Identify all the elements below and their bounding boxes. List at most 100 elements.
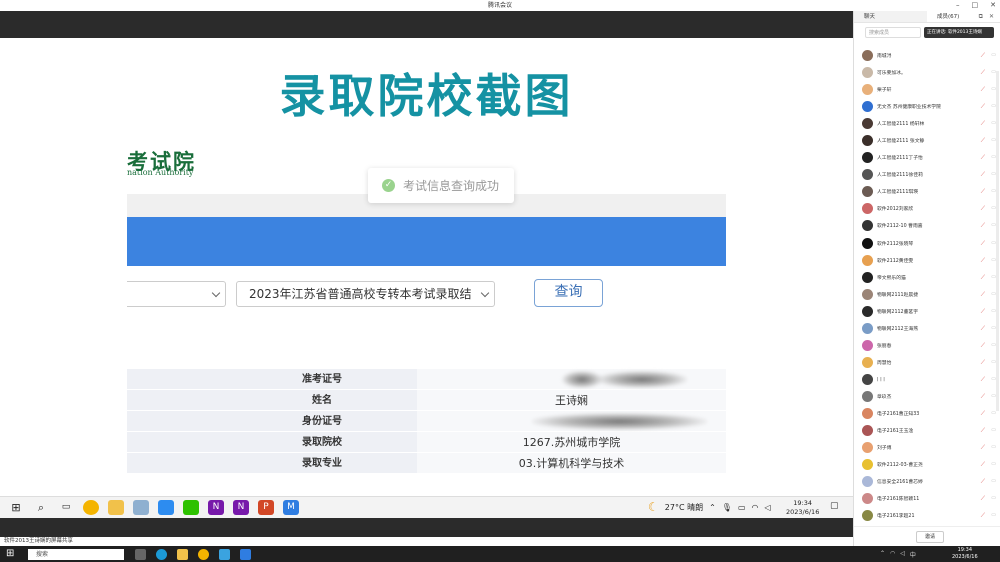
member-row[interactable]: 电子2161王玉淦 ⟋ ▭ [854, 422, 1000, 439]
wechat-icon[interactable] [183, 500, 199, 515]
meeting-app-icon[interactable] [219, 549, 230, 560]
camera-off-icon[interactable]: ▭ [991, 427, 996, 433]
table-row: 身份证号 [127, 410, 726, 431]
mic-muted-icon[interactable]: ⟋ [981, 240, 985, 248]
file-explorer-icon[interactable] [108, 500, 124, 515]
mic-muted-icon[interactable]: ⟋ [981, 427, 985, 435]
member-row[interactable]: 无文杰 苏州健康职业技术学院 ⟋ ▭ [854, 98, 1000, 115]
windows-start-icon[interactable]: ⊞ [8, 500, 24, 515]
member-row[interactable]: 可乐要加冰。 ⟋ ▭ [854, 64, 1000, 81]
edge-icon[interactable] [156, 549, 167, 560]
member-row[interactable]: 信息安全2161曹芯婷 ⟋ ▭ [854, 473, 1000, 490]
search-icon[interactable]: ⌕ [33, 500, 49, 515]
minimize-button[interactable]: – [956, 0, 960, 11]
member-row[interactable]: 刘子傅 ⟋ ▭ [854, 439, 1000, 456]
tencent-meeting-icon[interactable] [240, 549, 251, 560]
close-icon[interactable]: ✕ [989, 13, 994, 21]
mic-muted-icon[interactable]: ⟋ [981, 325, 985, 333]
member-row[interactable]: 电子2161陈智颖11 ⟋ ▭ [854, 490, 1000, 507]
member-row[interactable]: 张丽春 ⟋ ▭ [854, 337, 1000, 354]
ime-indicator[interactable]: 中 [910, 550, 916, 559]
mic-muted-icon[interactable]: ⟋ [981, 171, 985, 179]
mic-muted-icon[interactable]: ⟋ [981, 154, 985, 162]
member-row[interactable]: | | | ⟋ ▭ [854, 371, 1000, 388]
dingtalk-icon[interactable] [158, 500, 174, 515]
notification-icon[interactable]: ▢ [830, 501, 839, 511]
camera-off-icon[interactable]: ▭ [991, 495, 996, 501]
mic-muted-icon[interactable]: ⟋ [981, 512, 985, 520]
mic-muted-icon[interactable]: ⟋ [981, 376, 985, 384]
app-icon[interactable] [133, 500, 149, 515]
member-row[interactable]: 南城浔 ⟋ ▭ [854, 47, 1000, 64]
mic-muted-icon[interactable]: ⟋ [981, 410, 985, 418]
mic-muted-icon[interactable]: ⟋ [981, 86, 985, 94]
maximize-button[interactable]: □ [972, 0, 979, 11]
member-row[interactable]: 人工智能2111 张文静 ⟋ ▭ [854, 132, 1000, 149]
member-row[interactable]: 软件2112黄佳雯 ⟋ ▭ [854, 252, 1000, 269]
camera-off-icon[interactable]: ▭ [991, 478, 996, 484]
taskbar-search-input[interactable]: 搜索 [28, 549, 124, 560]
member-row[interactable]: 人工智能2111丁子怡 ⟋ ▭ [854, 149, 1000, 166]
member-row[interactable]: 人工智能2111琪瑛 ⟋ ▭ [854, 183, 1000, 200]
chrome-icon[interactable] [83, 500, 99, 515]
onenote-icon-2[interactable]: N [233, 500, 249, 515]
member-row[interactable]: 软件2112-03-曹正尧 ⟋ ▭ [854, 456, 1000, 473]
mic-muted-icon[interactable]: ⟋ [981, 188, 985, 196]
invite-button[interactable]: 邀请 [916, 531, 944, 543]
mic-muted-icon[interactable]: ⟋ [981, 103, 985, 111]
task-view-icon[interactable]: ▭ [58, 500, 74, 515]
windows-start-icon[interactable]: ⊞ [6, 548, 14, 559]
mic-muted-icon[interactable]: ⟋ [981, 222, 985, 230]
powerpoint-icon[interactable]: P [258, 500, 274, 515]
mic-muted-icon[interactable]: ⟋ [981, 444, 985, 452]
mic-muted-icon[interactable]: ⟋ [981, 359, 985, 367]
popout-icon[interactable]: ⧉ [979, 13, 983, 21]
close-button[interactable]: ✕ [990, 0, 996, 11]
mic-muted-icon[interactable]: ⟋ [981, 205, 985, 213]
mic-muted-icon[interactable]: ⟋ [981, 52, 985, 60]
member-row[interactable]: 帝文熙乐的猫 ⟋ ▭ [854, 269, 1000, 286]
camera-off-icon[interactable]: ▭ [991, 461, 996, 467]
mic-muted-icon[interactable]: ⟋ [981, 478, 985, 486]
member-list-scrollbar[interactable] [996, 71, 999, 411]
member-row[interactable]: 软件2112-10 曹雨嘉 ⟋ ▭ [854, 217, 1000, 234]
member-row[interactable]: 物联网2111赵晨捷 ⟋ ▭ [854, 286, 1000, 303]
mic-muted-icon[interactable]: ⟋ [981, 257, 985, 265]
exam-select[interactable]: 2023年江苏省普通高校专转本考试录取结 [236, 281, 495, 307]
member-search-input[interactable]: 搜索成员 [865, 27, 921, 38]
camera-off-icon[interactable]: ▭ [991, 52, 996, 58]
member-row[interactable]: 电子2161李超21 ⟋ ▭ [854, 507, 1000, 524]
member-row[interactable]: 物联网2112王海燕 ⟋ ▭ [854, 320, 1000, 337]
tab-chat[interactable]: 聊天 [854, 11, 927, 22]
mic-muted-icon[interactable]: ⟋ [981, 342, 985, 350]
member-row[interactable]: 人工智能2111徐佳莉 ⟋ ▭ [854, 166, 1000, 183]
mic-muted-icon[interactable]: ⟋ [981, 495, 985, 503]
member-row[interactable]: 物联网2112董茗宇 ⟋ ▭ [854, 303, 1000, 320]
chevron-up-icon[interactable]: ⌃ [880, 550, 885, 559]
camera-off-icon[interactable]: ▭ [991, 512, 996, 518]
chrome-icon[interactable] [198, 549, 209, 560]
mic-muted-icon[interactable]: ⟋ [981, 69, 985, 77]
task-view-icon[interactable] [135, 549, 146, 560]
member-row[interactable]: 栗子轩 ⟋ ▭ [854, 81, 1000, 98]
mic-muted-icon[interactable]: ⟋ [981, 120, 985, 128]
query-button[interactable]: 查询 [534, 279, 603, 307]
mic-muted-icon[interactable]: ⟋ [981, 393, 985, 401]
member-row[interactable]: 章玖杰 ⟋ ▭ [854, 388, 1000, 405]
mic-muted-icon[interactable]: ⟋ [981, 274, 985, 282]
camera-off-icon[interactable]: ▭ [991, 444, 996, 450]
onenote-icon[interactable]: N [208, 500, 224, 515]
mic-muted-icon[interactable]: ⟋ [981, 461, 985, 469]
member-row[interactable]: 软件2112张晓琴 ⟋ ▭ [854, 235, 1000, 252]
mic-muted-icon[interactable]: ⟋ [981, 308, 985, 316]
member-row[interactable]: 周慧怡 ⟋ ▭ [854, 354, 1000, 371]
chevron-up-icon[interactable]: ⌃ [709, 503, 716, 512]
member-row[interactable]: 软件2012刘家欣 ⟋ ▭ [854, 200, 1000, 217]
mic-muted-icon[interactable]: ⟋ [981, 291, 985, 299]
mic-muted-icon[interactable]: ⟋ [981, 137, 985, 145]
tencent-meeting-icon[interactable]: M [283, 500, 299, 515]
member-row[interactable]: 电子2161曹正知33 ⟋ ▭ [854, 405, 1000, 422]
category-select[interactable] [127, 281, 226, 307]
member-row[interactable]: 人工智能2111 杨轩林 ⟋ ▭ [854, 115, 1000, 132]
file-explorer-icon[interactable] [177, 549, 188, 560]
